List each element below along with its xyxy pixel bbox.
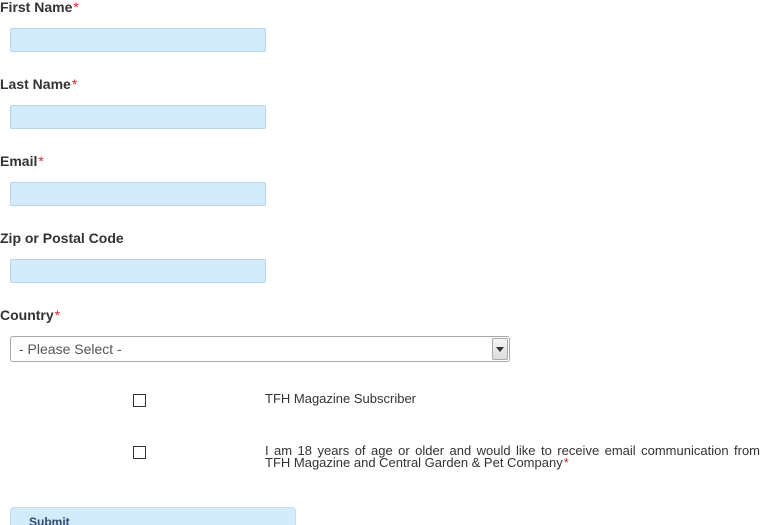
country-label: Country* bbox=[0, 308, 60, 322]
required-asterisk: * bbox=[73, 0, 79, 15]
required-asterisk: * bbox=[563, 455, 569, 470]
zip-input[interactable] bbox=[10, 259, 266, 283]
required-asterisk: * bbox=[71, 76, 78, 92]
first-name-input[interactable] bbox=[10, 28, 266, 52]
country-label-text: Country bbox=[0, 307, 54, 323]
country-select[interactable]: - Please Select - bbox=[10, 336, 510, 362]
required-asterisk: * bbox=[54, 307, 61, 323]
last-name-input[interactable] bbox=[10, 105, 266, 129]
email-label-text: Email bbox=[0, 153, 38, 169]
zip-label: Zip or Postal Code bbox=[0, 231, 124, 245]
chevron-down-icon bbox=[496, 347, 504, 352]
magazine-subscriber-label: TFH Magazine Subscriber bbox=[265, 391, 416, 406]
zip-label-text: Zip or Postal Code bbox=[0, 230, 124, 246]
country-select-value: - Please Select - bbox=[19, 341, 122, 357]
required-asterisk: * bbox=[38, 153, 44, 169]
age-consent-label: I am 18 years of age or older and would … bbox=[265, 443, 760, 470]
submit-button[interactable]: Submit bbox=[10, 507, 296, 525]
email-input[interactable] bbox=[10, 182, 266, 206]
age-consent-label-text: I am 18 years of age or older and would … bbox=[265, 443, 760, 470]
first-name-label: First Name* bbox=[0, 0, 79, 14]
email-label: Email* bbox=[0, 154, 44, 168]
magazine-subscriber-checkbox[interactable] bbox=[133, 394, 146, 407]
age-consent-checkbox[interactable] bbox=[133, 446, 146, 459]
last-name-label-text: Last Name bbox=[0, 76, 71, 92]
select-arrow-button[interactable] bbox=[492, 338, 508, 360]
first-name-label-text: First Name bbox=[0, 0, 73, 15]
signup-form: First Name* Last Name* Email* Zip or Pos… bbox=[0, 0, 760, 525]
submit-label: Submit bbox=[29, 515, 70, 525]
last-name-label: Last Name* bbox=[0, 77, 77, 91]
